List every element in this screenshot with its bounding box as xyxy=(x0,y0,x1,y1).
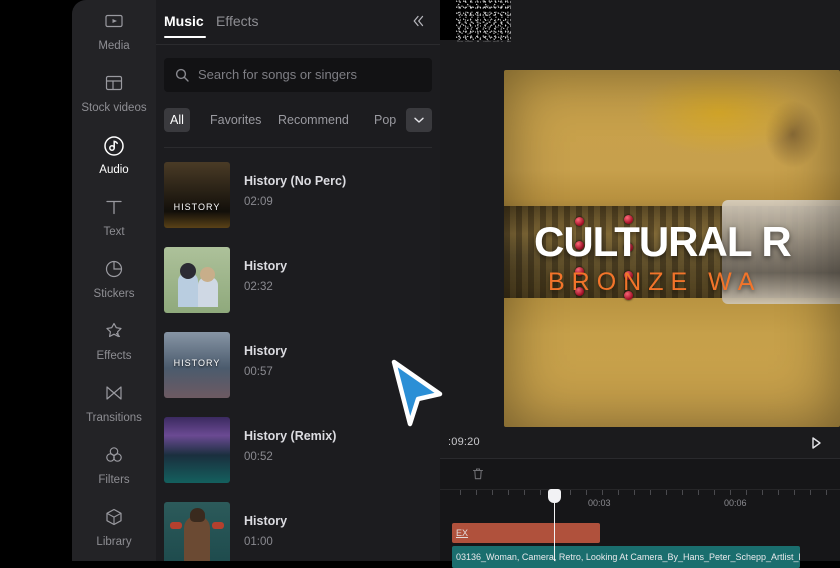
filters-icon xyxy=(72,444,156,470)
chip-pop[interactable]: Pop xyxy=(368,108,402,132)
track-duration: 02:32 xyxy=(244,281,273,293)
sidebar-item-filters[interactable]: Filters xyxy=(72,444,156,500)
ruler-label: 00:03 xyxy=(588,498,611,508)
sidebar-item-label: Audio xyxy=(99,164,129,176)
trash-icon[interactable] xyxy=(470,466,486,482)
sidebar-item-stickers[interactable]: Stickers xyxy=(72,258,156,314)
search-icon xyxy=(174,67,190,83)
sidebar-item-label: Stickers xyxy=(93,288,135,300)
chip-all[interactable]: All xyxy=(164,108,190,132)
track-thumbnail: HISTORY xyxy=(164,162,230,228)
track-duration: 00:57 xyxy=(244,366,273,378)
clip-label: EX xyxy=(456,528,469,538)
chip-favorites[interactable]: Favorites xyxy=(204,108,267,132)
sidebar-item-media[interactable]: Media xyxy=(72,10,156,66)
list-item[interactable]: HISTORY History (No Perc) 02:09 xyxy=(156,152,440,237)
sidebar-item-label: Transitions xyxy=(86,412,142,424)
search-placeholder: Search for songs or singers xyxy=(198,67,357,82)
sidebar-item-audio[interactable]: Audio xyxy=(72,134,156,190)
list-item[interactable]: HISTORY History 00:57 xyxy=(156,322,440,407)
sidebar-item-text[interactable]: Text xyxy=(72,196,156,252)
video-editor-window: CULTURAL R BRONZE WA :09:20 00:03 00:06 xyxy=(0,0,840,568)
sidebar-item-label: Media xyxy=(98,40,130,52)
track-thumbnail xyxy=(164,502,230,561)
list-item[interactable]: History 02:32 xyxy=(156,237,440,322)
sidebar-item-label: Stock videos xyxy=(81,102,147,114)
stickers-icon xyxy=(72,258,156,284)
track-title: History xyxy=(244,344,288,358)
music-track-list[interactable]: HISTORY History (No Perc) 02:09 History … xyxy=(156,152,440,561)
video-preview[interactable]: CULTURAL R BRONZE WA xyxy=(504,70,840,427)
tab-effects[interactable]: Effects xyxy=(216,13,259,29)
timeline-toolbar xyxy=(440,459,840,489)
screen-noise-artifact xyxy=(456,0,512,42)
preview-title-sub: BRONZE WA xyxy=(548,268,762,296)
player-timecode: :09:20 xyxy=(448,436,480,448)
preview-title-main: CULTURAL R xyxy=(534,218,792,265)
stock-videos-icon xyxy=(72,72,156,98)
sidebar-item-library[interactable]: Library xyxy=(72,506,156,562)
thumbnail-caption: HISTORY xyxy=(173,202,221,212)
sidebar-item-label: Effects xyxy=(96,350,132,362)
timeline-clip-audio[interactable]: EX xyxy=(452,523,600,543)
ruler-label: 00:06 xyxy=(724,498,747,508)
list-item[interactable]: History (Remix) 00:52 xyxy=(156,407,440,492)
track-title: History xyxy=(244,259,288,273)
sidebar-item-effects[interactable]: Effects xyxy=(72,320,156,376)
library-icon xyxy=(72,506,156,532)
sidebar-item-stock-videos[interactable]: Stock videos xyxy=(72,72,156,128)
music-panel: Music Effects Search for songs or singer… xyxy=(156,0,440,561)
sidebar-item-label: Library xyxy=(96,536,132,548)
sidebar-item-label: Filters xyxy=(98,474,130,486)
track-duration: 00:52 xyxy=(244,451,273,463)
list-item[interactable]: History 01:00 xyxy=(156,492,440,561)
sidebar-item-label: Text xyxy=(103,226,125,238)
timeline-ruler[interactable]: 00:03 00:06 xyxy=(440,489,840,514)
transitions-icon xyxy=(72,382,156,408)
chip-recommend[interactable]: Recommend xyxy=(272,108,355,132)
clip-label: 03136_Woman, Camera, Retro, Looking At C… xyxy=(456,552,800,562)
player-bar: :09:20 xyxy=(440,430,840,459)
thumbnail-caption: HISTORY xyxy=(173,358,221,368)
track-title: History xyxy=(244,514,288,528)
tab-music[interactable]: Music xyxy=(164,13,204,29)
track-thumbnail xyxy=(164,247,230,313)
track-thumbnail: HISTORY xyxy=(164,332,230,398)
timeline-tracks[interactable]: EX 03136_Woman, Camera, Retro, Looking A… xyxy=(440,513,840,568)
track-title: History (Remix) xyxy=(244,429,337,443)
track-duration: 02:09 xyxy=(244,196,273,208)
panel-header: Music Effects xyxy=(156,0,440,45)
timeline-clip-video[interactable]: 03136_Woman, Camera, Retro, Looking At C… xyxy=(452,546,800,568)
chevron-down-icon[interactable] xyxy=(406,108,432,132)
header-divider xyxy=(156,44,440,45)
chips-divider xyxy=(164,147,432,148)
left-sidebar: Media Stock videos Audio Text Stickers E… xyxy=(72,0,156,561)
playhead-handle[interactable] xyxy=(548,489,561,503)
track-thumbnail xyxy=(164,417,230,483)
text-icon xyxy=(72,196,156,222)
track-title: History (No Perc) xyxy=(244,174,347,188)
active-tab-underline xyxy=(164,36,206,38)
effects-icon xyxy=(72,320,156,346)
genre-filter-chips: All Favorites Recommend Pop R xyxy=(164,108,432,134)
media-icon xyxy=(72,10,156,36)
sidebar-item-transitions[interactable]: Transitions xyxy=(72,382,156,438)
search-input[interactable]: Search for songs or singers xyxy=(164,58,432,92)
play-icon[interactable] xyxy=(808,435,824,451)
track-duration: 01:00 xyxy=(244,536,273,548)
audio-icon xyxy=(72,134,156,160)
chevron-double-left-icon[interactable] xyxy=(410,13,426,29)
